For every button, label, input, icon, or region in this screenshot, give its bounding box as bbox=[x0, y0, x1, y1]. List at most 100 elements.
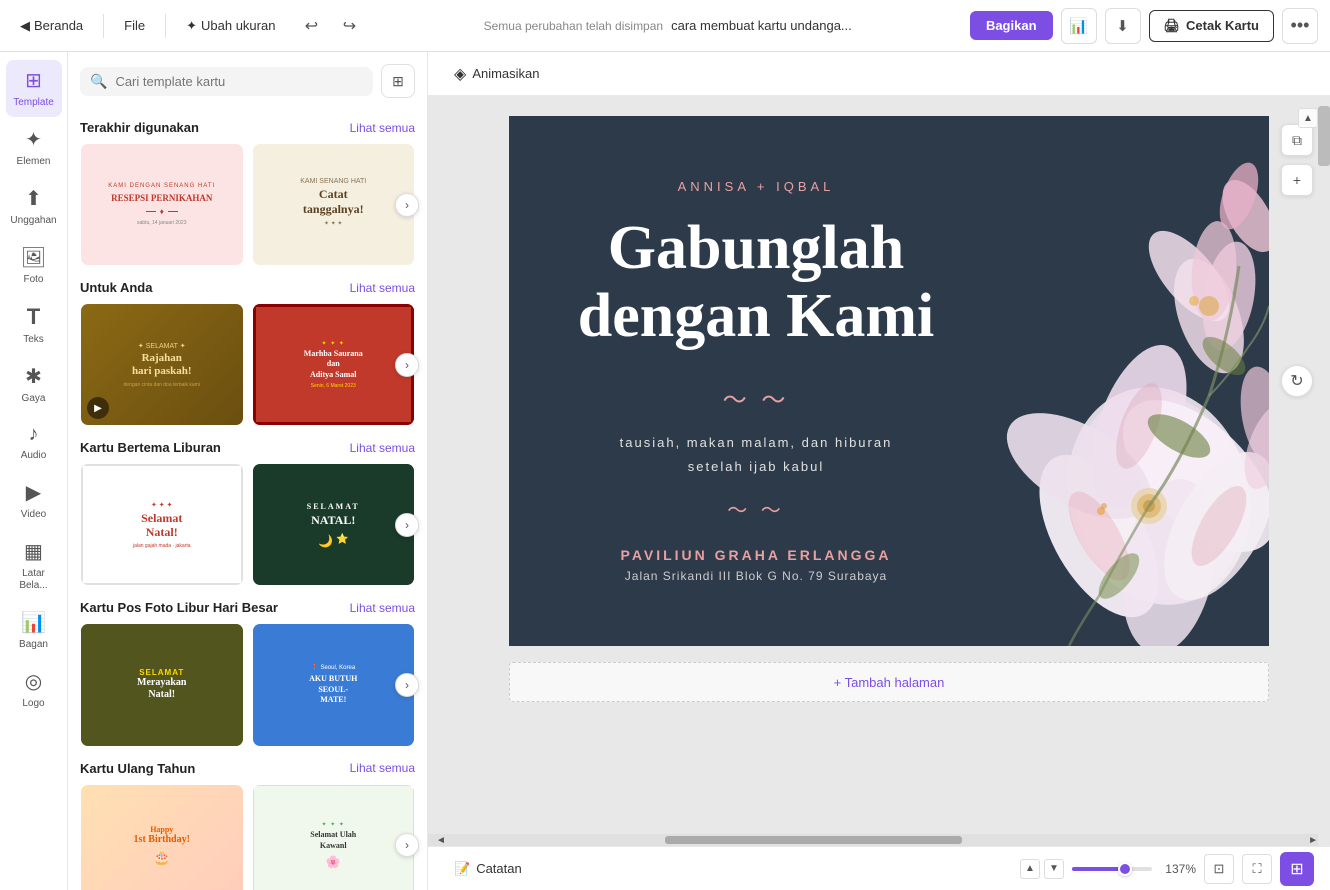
printer-icon: 🖨 bbox=[1164, 18, 1181, 34]
notes-button[interactable]: 📝 Catatan bbox=[444, 857, 532, 881]
scroll-up-button[interactable]: ▲ bbox=[1298, 108, 1318, 128]
undo-button[interactable]: ↩ bbox=[295, 10, 327, 42]
grid-view-button[interactable]: ⊡ bbox=[1204, 854, 1234, 884]
holiday-next-button[interactable]: › bbox=[395, 513, 419, 537]
search-box: 🔍 bbox=[80, 67, 373, 96]
resize-button[interactable]: ✦ Ubah ukuran bbox=[178, 14, 283, 38]
see-all-recent[interactable]: Lihat semua bbox=[350, 121, 415, 135]
page-down-button[interactable]: ▼ bbox=[1044, 859, 1064, 879]
template-panel: 🔍 ⊞ Terakhir digunakan Lihat semua KAMI … bbox=[68, 52, 428, 890]
notes-icon: 📝 bbox=[454, 861, 470, 877]
sidebar-item-audio[interactable]: ♪ Audio bbox=[6, 415, 62, 470]
undo-redo-group: ↩ ↪ bbox=[295, 10, 365, 42]
print-button[interactable]: 🖨 Cetak Kartu bbox=[1149, 10, 1274, 42]
section-header-birthday: Kartu Ulang Tahun Lihat semua bbox=[80, 761, 415, 776]
sidebar-item-teks[interactable]: T Teks bbox=[6, 296, 62, 354]
template-card-foto1[interactable]: Selamat MerayakanNatal! bbox=[80, 623, 244, 746]
zoom-slider[interactable] bbox=[1072, 867, 1152, 871]
section-title-recent: Terakhir digunakan bbox=[80, 120, 199, 135]
analytics-button[interactable]: 📊 bbox=[1061, 8, 1097, 44]
file-menu[interactable]: File bbox=[116, 14, 153, 37]
birthday-next-button[interactable]: › bbox=[395, 833, 419, 857]
plus-icon: + bbox=[1293, 172, 1301, 188]
template-card-bday2[interactable]: ✦ ✦ ✦ Selamat UlahKawanl 🌸 bbox=[252, 784, 416, 890]
template-card-wedding1[interactable]: KAMI DENGAN SENANG HATI RESEPSI PERNIKAH… bbox=[80, 143, 244, 266]
back-button[interactable]: ◀ Beranda bbox=[12, 14, 91, 38]
sidebar-label-template: Template bbox=[13, 97, 54, 109]
share-button[interactable]: Bagikan bbox=[970, 11, 1053, 40]
search-area: 🔍 ⊞ bbox=[68, 52, 427, 106]
canvas-toolbar: ◈ Animasikan bbox=[428, 52, 1330, 96]
sidebar-label-teks: Teks bbox=[23, 334, 44, 346]
zoom-control: 137% bbox=[1072, 862, 1196, 876]
document-title[interactable]: cara membuat kartu undanga... bbox=[671, 18, 852, 33]
copy-page-button[interactable]: ⧉ bbox=[1281, 124, 1313, 156]
zoom-thumb[interactable] bbox=[1118, 862, 1132, 876]
zoom-label: 137% bbox=[1160, 862, 1196, 876]
style-icon: ✱ bbox=[25, 364, 42, 389]
wedding-desc-line2: setelah ijab kabul bbox=[688, 459, 824, 474]
sidebar-label-bagan: Bagan bbox=[19, 639, 48, 651]
resize-icon: ✦ bbox=[186, 18, 197, 34]
add-page-top-button[interactable]: + bbox=[1281, 164, 1313, 196]
recent-next-button[interactable]: › bbox=[395, 193, 419, 217]
recent-templates-grid: KAMI DENGAN SENANG HATI RESEPSI PERNIKAH… bbox=[80, 143, 415, 266]
sidebar-item-gaya[interactable]: ✱ Gaya bbox=[6, 356, 62, 413]
refresh-button[interactable]: ↻ bbox=[1281, 365, 1313, 397]
filter-icon: ⊞ bbox=[392, 73, 404, 90]
upload-icon: ⬆ bbox=[25, 186, 42, 211]
scroll-left-button[interactable]: ◄ bbox=[436, 835, 446, 846]
topbar: ◀ Beranda File ✦ Ubah ukuran ↩ ↪ Semua p… bbox=[0, 0, 1330, 52]
sidebar-label-foto: Foto bbox=[23, 274, 43, 286]
section-header-photocard: Kartu Pos Foto Libur Hari Besar Lihat se… bbox=[80, 600, 415, 615]
sidebar-item-unggahan[interactable]: ⬆ Unggahan bbox=[6, 178, 62, 235]
background-icon: ▦ bbox=[24, 539, 43, 564]
template-card-lebaran[interactable]: ✦ SELAMAT ✦ Rajahanhari paskah! dengan c… bbox=[80, 303, 244, 426]
sidebar-item-latar[interactable]: ▦ Latar Bela... bbox=[6, 531, 62, 600]
template-card-natal-dark[interactable]: SELAMAT NATAL! 🌙⭐ bbox=[252, 463, 416, 586]
sidebar-item-logo[interactable]: ◎ Logo bbox=[6, 661, 62, 718]
sidebar-label-logo: Logo bbox=[22, 698, 44, 710]
redo-button[interactable]: ↪ bbox=[333, 10, 365, 42]
wedding-divider-bottom: 〜 〜 bbox=[727, 494, 785, 523]
page-nav: ▲ ▼ bbox=[1020, 859, 1064, 879]
sidebar-item-foto[interactable]: 🖼 Foto bbox=[6, 237, 62, 294]
see-all-birthday[interactable]: Lihat semua bbox=[350, 761, 415, 775]
canvas-scroll-area[interactable]: ⧉ + ANNISA + IQBAL Gabunglah dengan Kami bbox=[428, 96, 1330, 846]
chart-icon: 📊 bbox=[21, 610, 46, 635]
scroll-right-button[interactable]: ► bbox=[1308, 835, 1318, 846]
sidebar-item-elemen[interactable]: ✦ Elemen bbox=[6, 119, 62, 176]
separator bbox=[103, 14, 104, 38]
wedding-desc-line1: tausiah, makan malam, dan hiburan bbox=[620, 435, 893, 450]
animate-icon: ◈ bbox=[454, 64, 466, 84]
wedding-card[interactable]: ANNISA + IQBAL Gabunglah dengan Kami 〜 〜… bbox=[509, 116, 1269, 646]
topbar-center: Semua perubahan telah disimpan cara memb… bbox=[373, 18, 961, 33]
template-card-natal-white[interactable]: ✦ ✦ ✦ SelamatNatal! jalan gajah mada · j… bbox=[80, 463, 244, 586]
add-page-button[interactable]: + Tambah halaman bbox=[509, 662, 1269, 702]
foryou-next-button[interactable]: › bbox=[395, 353, 419, 377]
template-card-foto2[interactable]: 📍 Seoul, Korea AKU BUTUHSEOUL-MATE! bbox=[252, 623, 416, 746]
photocard-next-button[interactable]: › bbox=[395, 673, 419, 697]
panel-content: Terakhir digunakan Lihat semua KAMI DENG… bbox=[68, 106, 427, 890]
sidebar-item-video[interactable]: ▶ Video bbox=[6, 472, 62, 529]
fullscreen-button[interactable]: ⛶ bbox=[1242, 854, 1272, 884]
sidebar-item-template[interactable]: ⊞ Template bbox=[6, 60, 62, 117]
search-input[interactable] bbox=[115, 74, 363, 89]
copy-icon: ⧉ bbox=[1292, 132, 1302, 149]
sidebar-item-bagan[interactable]: 📊 Bagan bbox=[6, 602, 62, 659]
notes-label: Catatan bbox=[476, 861, 522, 876]
template-card-wedding2[interactable]: KAMI SENANG HATI Catattanggalnya! ✦ ✦ ✦ bbox=[252, 143, 416, 266]
qr-code-button[interactable]: ⊞ bbox=[1280, 852, 1314, 886]
see-all-foryou[interactable]: Lihat semua bbox=[350, 281, 415, 295]
animate-button[interactable]: ◈ Animasikan bbox=[444, 60, 550, 88]
wedding-divider-top: 〜 〜 bbox=[723, 380, 790, 415]
see-all-photocard[interactable]: Lihat semua bbox=[350, 601, 415, 615]
filter-button[interactable]: ⊞ bbox=[381, 64, 415, 98]
page-up-button[interactable]: ▲ bbox=[1020, 859, 1040, 879]
see-all-holiday[interactable]: Lihat semua bbox=[350, 441, 415, 455]
audio-icon: ♪ bbox=[29, 423, 39, 446]
download-button[interactable]: ⬇ bbox=[1105, 8, 1141, 44]
template-card-natalan-red[interactable]: ✦ ✦ ✦ Marhba SauranadanAditya Samal Seni… bbox=[252, 303, 416, 426]
template-card-bday1[interactable]: Happy 1st Birthday! 🎂 bbox=[80, 784, 244, 890]
more-options-button[interactable]: ••• bbox=[1282, 8, 1318, 44]
